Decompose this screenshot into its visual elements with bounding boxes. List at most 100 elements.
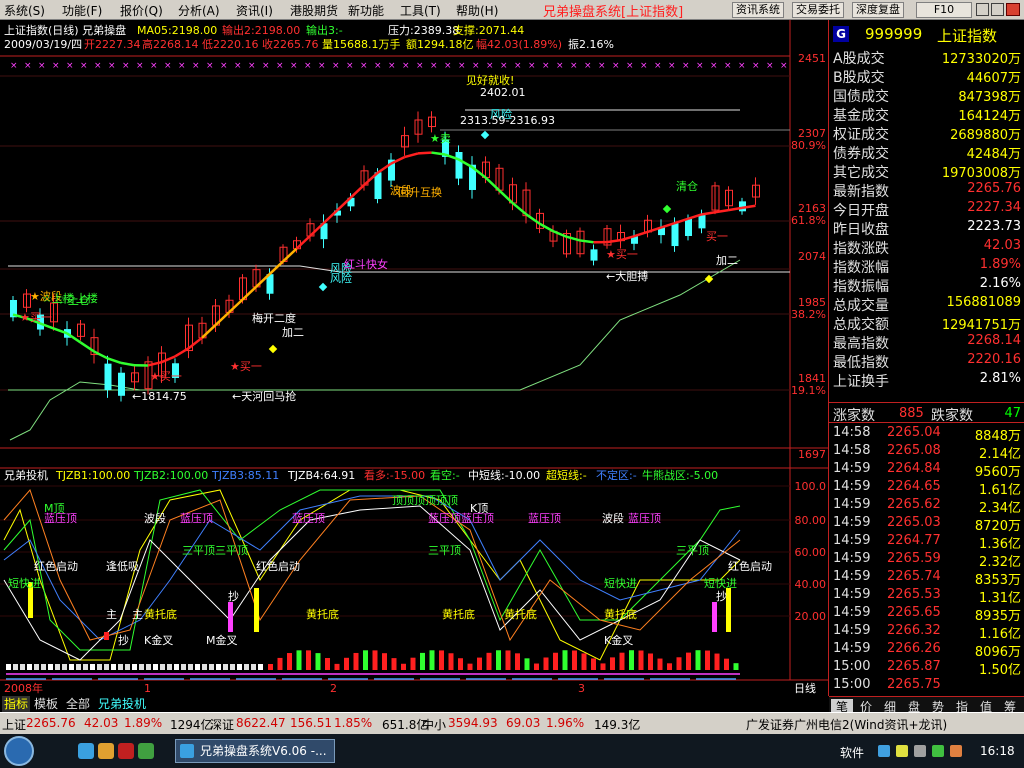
y-tick-1697: 1697 — [798, 448, 826, 461]
tray-update-icon[interactable] — [950, 745, 962, 757]
pivot-marker: × — [612, 61, 620, 71]
menu-analysis[interactable]: 分析(A) — [178, 2, 220, 19]
menu-info[interactable]: 资讯(I) — [236, 2, 273, 19]
quicklaunch-app-icon[interactable] — [118, 743, 134, 759]
annot-second-bloom: 梅开二度 — [252, 311, 296, 325]
tick-time: 14:59 — [833, 533, 871, 548]
tray-software-label[interactable]: 软件 — [840, 744, 864, 761]
tray-volume-icon[interactable] — [914, 745, 926, 757]
quote-row-label: 指数涨跌 — [833, 241, 889, 257]
y-tick-2074: 2074 — [798, 250, 826, 263]
menu-hk-futures[interactable]: 港股期货 — [290, 2, 338, 19]
ind-lbl-yellow-5: 黄托底 — [604, 607, 637, 621]
pivot-marker: × — [206, 61, 214, 71]
y-tick-61-8: 61.8% — [791, 214, 826, 227]
menu-system[interactable]: 系统(S) — [4, 2, 45, 19]
menu-function[interactable]: 功能(F) — [62, 2, 102, 19]
signal-column — [228, 602, 233, 632]
tab-indicator[interactable]: 指标 — [2, 696, 31, 712]
tick-time: 14:59 — [833, 479, 871, 494]
taskbar-item-trading-app[interactable]: 兄弟操盘系统V6.06 -... — [175, 739, 335, 763]
ind-lbl-buy-dip: 逢低吸 — [106, 560, 139, 573]
menu-quote[interactable]: 报价(Q) — [120, 2, 163, 19]
pivot-marker: × — [122, 61, 130, 71]
signal-column — [254, 588, 259, 632]
quote-row-label: 总成交额 — [833, 317, 889, 333]
deep-review-button[interactable]: 深度复盘 — [852, 2, 904, 18]
period-label[interactable]: 日线 — [794, 681, 816, 695]
ind-lbl-red-start-3: 红色启动 — [728, 559, 772, 573]
quote-row-value: 1.89% — [979, 257, 1021, 272]
pivot-marker: × — [458, 61, 466, 71]
quote-row-value: 42484万 — [966, 147, 1021, 162]
indicator-bar — [296, 650, 302, 670]
ind-lbl-yellow-3: 黄托底 — [442, 607, 475, 621]
maximize-icon[interactable] — [991, 3, 1004, 16]
tick-row: 14:59 2264.84 9560万 — [829, 460, 1024, 480]
indicator-bar — [90, 664, 95, 670]
indicator-bar — [20, 664, 25, 670]
info-system-button[interactable]: 资讯系统 — [732, 2, 784, 18]
output3-readout: 输出3:- — [306, 23, 343, 37]
ind-lbl-blue-press-5: 蓝压顶 — [528, 512, 561, 525]
tick-time: 14:59 — [833, 569, 871, 584]
chart-canvas[interactable]: 上证指数(日线) 兄弟操盘 MA05:2198.00 输出2:2198.00 输… — [0, 20, 828, 696]
ind-lbl-three-flat-1: 三平顶三平顶 — [182, 544, 248, 557]
indicator-bar — [277, 657, 283, 670]
ind-lbl-tops: 顶顶顶顶顶顶 — [392, 494, 458, 507]
indicator-bar — [181, 664, 186, 670]
menu-help[interactable]: 帮助(H) — [456, 2, 498, 19]
tick-divider — [829, 422, 1024, 423]
tick-time: 14:59 — [833, 641, 871, 656]
indicator-bar — [591, 658, 596, 670]
tab-all[interactable]: 全部 — [64, 696, 92, 712]
pivot-marker: × — [668, 61, 676, 71]
quote-row-value: 44607万 — [966, 71, 1021, 86]
time-label-2: 2 — [330, 682, 337, 695]
f10-button[interactable]: F10 — [916, 2, 972, 18]
quicklaunch-ie-icon[interactable] — [78, 743, 94, 759]
indicator-bar — [733, 663, 739, 670]
minimize-icon[interactable] — [976, 3, 989, 16]
indicator-bar — [505, 650, 511, 670]
menu-tools[interactable]: 工具(T) — [400, 2, 441, 19]
pivot-marker: × — [80, 61, 88, 71]
candle-body — [671, 223, 679, 247]
pivot-marker: × — [360, 61, 368, 71]
pivot-marker: × — [486, 61, 494, 71]
indicator-bar — [153, 664, 158, 670]
ticker-sz-pct: 1.85% — [334, 716, 373, 730]
menu-new-features[interactable]: 新功能 — [348, 2, 384, 19]
clock: 16:18 — [980, 744, 1015, 758]
quicklaunch-folder-icon[interactable] — [98, 743, 114, 759]
indicator-bar — [188, 664, 193, 670]
indicator-bar — [6, 664, 11, 670]
close-icon[interactable] — [1006, 3, 1020, 16]
tray-network-icon[interactable] — [878, 745, 890, 757]
quote-row-value: 12941751万 — [941, 318, 1021, 333]
indicator-bar — [195, 664, 200, 670]
ind-lbl-blue-press-6: 蓝压顶 — [628, 512, 661, 525]
ind-lbl-band-1: 波段 — [144, 511, 166, 525]
indicator-bar — [202, 664, 207, 670]
tray-security-icon[interactable] — [932, 745, 944, 757]
quote-row: 最新指数 2265.76 — [829, 180, 1024, 200]
indicator-bar — [676, 657, 682, 670]
ind-tick-60: 60.00 — [795, 546, 827, 559]
ticker-sh-amount: 1294亿 — [170, 718, 213, 732]
indicator-bar — [410, 657, 416, 670]
tick-price: 2265.65 — [887, 605, 941, 620]
tray-ime-icon[interactable] — [896, 745, 908, 757]
date-readout: 2009/03/19/四 — [4, 38, 82, 51]
quote-header: G 999999 上证指数 — [829, 24, 1024, 46]
tick-price: 2265.62 — [887, 497, 941, 512]
quicklaunch-media-icon[interactable] — [138, 743, 154, 759]
tab-brother-spec[interactable]: 兄弟投机 — [96, 696, 148, 712]
indicator-bar — [237, 664, 242, 670]
annot-position: ☆上仓 — [58, 293, 90, 307]
trade-order-button[interactable]: 交易委托 — [792, 2, 844, 18]
chart-area[interactable]: 上证指数(日线) 兄弟操盘 MA05:2198.00 输出2:2198.00 输… — [0, 20, 828, 696]
start-button-icon[interactable] — [4, 736, 34, 766]
tab-template[interactable]: 模板 — [32, 696, 60, 712]
low-readout: 低2220.16 — [202, 38, 259, 51]
